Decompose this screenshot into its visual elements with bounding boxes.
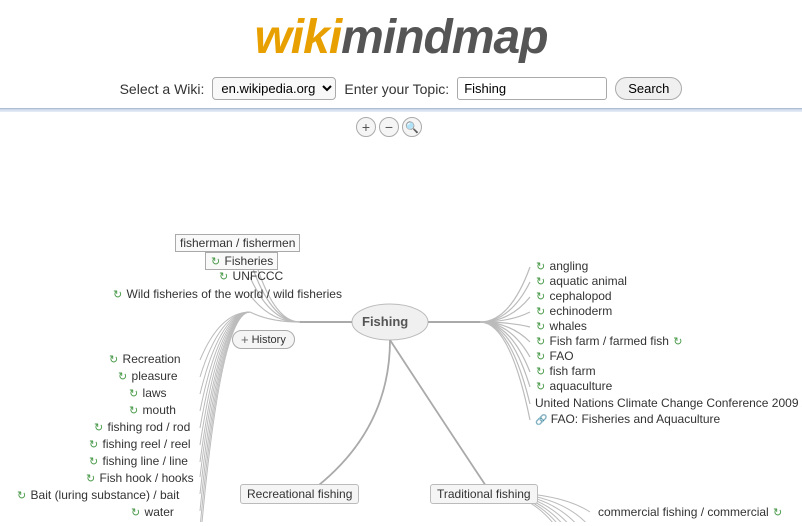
node-traditional-fishing[interactable]: Traditional fishing bbox=[430, 484, 538, 504]
logo-wiki: wiki bbox=[254, 11, 341, 64]
node-water[interactable]: ↻ water bbox=[130, 505, 174, 519]
node-subsistence[interactable]: subsistence ↻ bbox=[598, 520, 676, 522]
node-fish-farm[interactable]: ↻ fish farm bbox=[535, 364, 596, 378]
node-commercial-fishing[interactable]: commercial fishing / commercial ↻ bbox=[598, 505, 783, 519]
node-fao-fisheries[interactable]: 🔗 FAO: Fisheries and Aquaculture bbox=[535, 412, 720, 426]
node-wild-fisheries[interactable]: ↻ Wild fisheries of the world / wild fis… bbox=[112, 287, 342, 301]
node-angling[interactable]: ↻ angling bbox=[535, 259, 588, 273]
topic-label: Enter your Topic: bbox=[344, 81, 449, 97]
node-unfccc[interactable]: ↻ UNFCCC bbox=[218, 269, 283, 283]
node-fisheries-box[interactable]: ↻ Fisheries bbox=[205, 252, 278, 270]
node-cephalopod[interactable]: ↻ cephalopod bbox=[535, 289, 612, 303]
zoom-controls: + − 🔍 bbox=[356, 117, 422, 137]
node-fishing-rod[interactable]: ↻ fishing rod / rod bbox=[93, 420, 190, 434]
node-fish-farm-farmed[interactable]: ↻ Fish farm / farmed fish ↻ bbox=[535, 334, 683, 348]
node-recreational-fishing[interactable]: Recreational fishing bbox=[240, 484, 359, 504]
search-button[interactable]: Search bbox=[615, 77, 682, 100]
logo: wikimindmap bbox=[0, 10, 802, 65]
zoom-in-button[interactable]: + bbox=[356, 117, 376, 137]
node-laws[interactable]: ↻ laws bbox=[128, 386, 167, 400]
node-fishing-line[interactable]: ↻ fishing line / line bbox=[88, 454, 188, 468]
node-recreation[interactable]: ↻ Recreation bbox=[108, 352, 181, 366]
center-node[interactable]: Fishing bbox=[362, 314, 408, 329]
topic-input[interactable] bbox=[457, 77, 607, 100]
select-wiki-label: Select a Wiki: bbox=[120, 81, 205, 97]
node-fish-hook[interactable]: ↻ Fish hook / hooks bbox=[85, 471, 194, 485]
header: wikimindmap bbox=[0, 0, 802, 71]
node-echinoderm[interactable]: ↻ echinoderm bbox=[535, 304, 612, 318]
history-button[interactable]: +History bbox=[232, 330, 295, 349]
node-aquatic-animal[interactable]: ↻ aquatic animal bbox=[535, 274, 627, 288]
node-bait[interactable]: ↻ Bait (luring substance) / bait bbox=[16, 488, 179, 502]
logo-mindmap: mindmap bbox=[341, 11, 547, 64]
node-catch-release[interactable]: ↻ catch and release bbox=[87, 520, 196, 522]
node-pleasure[interactable]: ↻ pleasure bbox=[117, 369, 178, 383]
search-map-button[interactable]: 🔍 bbox=[402, 117, 422, 137]
node-aquaculture[interactable]: ↻ aquaculture bbox=[535, 379, 612, 393]
node-fishing-reel[interactable]: ↻ fishing reel / reel bbox=[88, 437, 191, 451]
node-fao[interactable]: ↻ FAO bbox=[535, 349, 574, 363]
node-fisherman[interactable]: fisherman / fishermen bbox=[175, 234, 300, 252]
node-whales[interactable]: ↻ whales bbox=[535, 319, 587, 333]
wiki-select[interactable]: en.wikipedia.org bbox=[212, 77, 336, 100]
node-mouth[interactable]: ↻ mouth bbox=[128, 403, 176, 417]
searchbar: Select a Wiki: en.wikipedia.org Enter yo… bbox=[0, 71, 802, 108]
node-un-climate[interactable]: United Nations Climate Change Conference… bbox=[535, 396, 802, 410]
mindmap: Fishing + − 🔍 +History ↻ angling ↻ aquat… bbox=[0, 112, 802, 522]
zoom-out-button[interactable]: − bbox=[379, 117, 399, 137]
